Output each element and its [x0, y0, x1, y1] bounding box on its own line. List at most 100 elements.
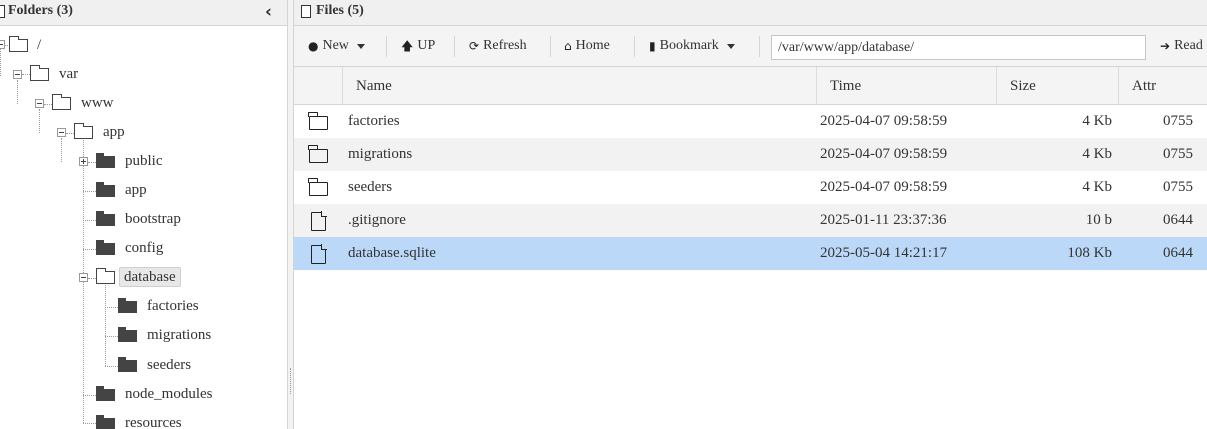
- folder-icon: [96, 415, 115, 429]
- table-row[interactable]: migrations 2025-04-07 09:58:59 4 Kb 0755: [294, 138, 1207, 171]
- home-button[interactable]: ⌂ Home: [564, 34, 610, 58]
- read-button-label: Read: [1174, 38, 1203, 54]
- files-panel: Files (5) ● New 🡅 UP ⟳ Refresh ⌂ Home ▮ Bookm…: [294, 0, 1207, 429]
- folder-icon: [308, 112, 328, 130]
- chevron-down-icon: [726, 43, 735, 49]
- file-attr: 0644: [1163, 245, 1193, 261]
- file-attr: 0755: [1163, 179, 1193, 195]
- bookmark-button-label: Bookmark: [659, 38, 719, 54]
- home-icon: ⌂: [564, 39, 572, 53]
- file-icon: [311, 211, 327, 231]
- file-name: seeders: [348, 179, 393, 195]
- folders-panel: Folders (3) ‹ / var www app public app b…: [0, 0, 287, 429]
- folder-icon: [118, 298, 137, 313]
- tree-item-label: resources: [125, 415, 182, 429]
- file-size: 4 Kb: [1082, 113, 1112, 129]
- file-attr: 0755: [1163, 146, 1193, 162]
- folders-panel-title: Folders (3): [8, 3, 73, 18]
- file-attr: 0644: [1163, 212, 1193, 228]
- tree-item-label: /: [37, 37, 42, 53]
- file-name: factories: [348, 113, 400, 129]
- table-row[interactable]: seeders 2025-04-07 09:58:59 4 Kb 0755: [294, 171, 1207, 204]
- folder-open-icon: [9, 36, 28, 52]
- table-header: Name Time Size Attr: [294, 67, 1207, 105]
- file-name: migrations: [348, 146, 413, 162]
- file-size: 108 Kb: [1067, 245, 1112, 261]
- new-button-label: New: [322, 38, 349, 54]
- panel-splitter[interactable]: [287, 0, 294, 429]
- column-header-time[interactable]: Time: [816, 67, 996, 105]
- chevron-down-icon: [356, 43, 365, 49]
- folder-icon: [118, 327, 137, 342]
- folder-open-icon: [74, 123, 93, 139]
- home-button-label: Home: [575, 38, 610, 54]
- folder-open-icon: [30, 65, 49, 81]
- folder-icon: [96, 211, 115, 226]
- file-time: 2025-01-11 23:37:36: [820, 212, 947, 228]
- tree-item-label: config: [125, 240, 164, 256]
- table-row[interactable]: .gitignore 2025-01-11 23:37:36 10 b 0644: [294, 204, 1207, 237]
- file-size: 4 Kb: [1082, 146, 1112, 162]
- collapse-toggle-icon[interactable]: [0, 40, 5, 49]
- folder-open-icon: [96, 268, 115, 284]
- expand-toggle-icon[interactable]: [79, 157, 88, 166]
- folders-panel-header: Folders (3) ‹: [0, 0, 287, 26]
- new-button[interactable]: ● New: [308, 34, 365, 58]
- folder-icon: [96, 240, 115, 255]
- file-icon: [311, 244, 327, 264]
- bookmark-button[interactable]: ▮ Bookmark: [649, 34, 735, 58]
- folder-tree: / var www app public app bootstrap confi…: [0, 26, 287, 429]
- file-icon: [301, 5, 311, 18]
- splitter-grip-icon[interactable]: [290, 368, 291, 394]
- folder-icon: [118, 357, 137, 372]
- column-header-name[interactable]: Name: [342, 67, 822, 105]
- collapse-toggle-icon[interactable]: [57, 128, 66, 137]
- file-size: 10 b: [1085, 212, 1112, 228]
- file-name: .gitignore: [348, 212, 406, 228]
- up-button[interactable]: 🡅 UP: [401, 34, 435, 58]
- refresh-button-label: Refresh: [483, 38, 527, 54]
- tree-item-label: www: [81, 95, 114, 111]
- tree-item-label-selected: database: [119, 267, 181, 287]
- refresh-icon: ⟳: [469, 39, 480, 53]
- tree-item-label: node_modules: [125, 386, 213, 402]
- arrow-right-icon: ➔: [1160, 39, 1171, 53]
- column-header-size[interactable]: Size: [996, 67, 1118, 105]
- tree-item-label: app: [125, 182, 147, 198]
- collapse-toggle-icon[interactable]: [35, 99, 44, 108]
- folder-icon: [308, 178, 328, 196]
- files-panel-header: Files (5): [294, 0, 1207, 26]
- table-row[interactable]: factories 2025-04-07 09:58:59 4 Kb 0755: [294, 105, 1207, 138]
- file-time: 2025-04-07 09:58:59: [820, 179, 948, 195]
- plus-circle-icon: ●: [308, 39, 319, 53]
- file-name: database.sqlite: [348, 245, 436, 261]
- table-row-selected[interactable]: database.sqlite 2025-05-04 14:21:17 108 …: [294, 237, 1207, 270]
- file-time: 2025-05-04 14:21:17: [820, 245, 948, 261]
- column-header-attr[interactable]: Attr: [1118, 67, 1207, 105]
- up-button-label: UP: [417, 38, 436, 54]
- collapse-toggle-icon[interactable]: [13, 70, 22, 79]
- file-size: 4 Kb: [1082, 179, 1112, 195]
- path-input[interactable]: [771, 35, 1146, 60]
- file-attr: 0755: [1163, 113, 1193, 129]
- tree-item-label: var: [59, 66, 79, 82]
- folder-icon: [96, 182, 115, 197]
- tree-item-label: factories: [147, 298, 199, 314]
- tree-item-label: bootstrap: [125, 211, 181, 227]
- files-panel-title: Files (5): [316, 3, 364, 18]
- collapse-toggle-icon[interactable]: [79, 273, 88, 282]
- file-time: 2025-04-07 09:58:59: [820, 113, 948, 129]
- refresh-button[interactable]: ⟳ Refresh: [469, 34, 527, 58]
- collapse-panel-button[interactable]: ‹: [265, 2, 272, 22]
- tree-item-label: migrations: [147, 327, 212, 343]
- files-toolbar: ●New 🡅UP ⟳Refresh ⌂Home ▮Bookmark ➔Read: [294, 26, 1207, 67]
- folder-open-icon: [0, 5, 5, 18]
- arrow-up-icon: 🡅: [401, 39, 414, 53]
- file-time: 2025-04-07 09:58:59: [820, 146, 948, 162]
- folder-open-icon: [52, 94, 71, 110]
- folder-icon: [308, 145, 328, 163]
- tree-item-label: public: [125, 153, 163, 169]
- tree-item-label: seeders: [147, 357, 192, 373]
- read-button[interactable]: ➔ Read: [1160, 34, 1203, 58]
- tree-item-label: app: [103, 124, 125, 140]
